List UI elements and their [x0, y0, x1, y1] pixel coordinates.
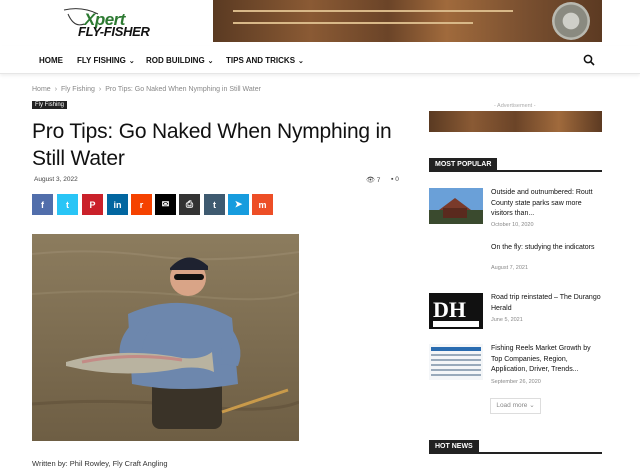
most-popular-header: MOST POPULAR	[429, 158, 602, 172]
most-popular-label: MOST POPULAR	[429, 158, 498, 172]
popular-item[interactable]: On the fly: studying the indicators Augu…	[429, 243, 604, 277]
eye-icon: 👁	[366, 177, 375, 184]
popular-title[interactable]: Fishing Reels Market Growth by Top Compa…	[491, 344, 603, 376]
category-tag[interactable]: Fly Fishing	[32, 101, 68, 109]
breadcrumb: Home › Fly Fishing › Pro Tips: Go Naked When…	[32, 86, 261, 93]
chevron-down-icon: ⌄	[128, 58, 135, 65]
share-telegram-button[interactable]: ➤	[228, 194, 249, 215]
pinterest-icon: P	[89, 199, 96, 210]
print-icon: ⎙	[185, 199, 194, 209]
logo-text-secondary: FLY-FISHER	[78, 24, 150, 39]
popular-title[interactable]: On the fly: studying the indicators	[491, 243, 603, 254]
breadcrumb-current: Pro Tips: Go Naked When Nymphing in Stil…	[105, 86, 261, 93]
comment-count-value: 0	[395, 176, 399, 183]
comment-count[interactable]: ▪ 0	[391, 176, 399, 183]
share-tumblr-button[interactable]: t	[204, 194, 225, 215]
breadcrumb-separator-icon: ›	[54, 86, 58, 93]
comment-icon: ▪	[391, 176, 394, 183]
nav-item-fly-fishing[interactable]: FLY FISHING ⌄	[77, 56, 135, 65]
popular-date: September 26, 2020	[491, 379, 541, 385]
advertisement-label: - Advertisement -	[494, 103, 536, 109]
popular-item[interactable]: Fishing Reels Market Growth by Top Compa…	[429, 344, 604, 390]
load-more-button[interactable]: Load more ⌄	[490, 398, 541, 414]
article-date: August 3, 2022	[34, 176, 78, 183]
share-pinterest-button[interactable]: P	[82, 194, 103, 215]
angler-with-trout-illustration	[32, 234, 299, 441]
popular-title[interactable]: Road trip reinstated – The Durango Heral…	[491, 293, 603, 314]
twitter-icon: t	[66, 199, 69, 210]
telegram-icon: ➤	[234, 199, 243, 209]
chevron-down-icon: ⌄	[298, 58, 304, 65]
load-more-label: Load more	[496, 402, 528, 409]
mix-icon: m	[258, 199, 267, 210]
share-mix-button[interactable]: m	[252, 194, 273, 215]
share-facebook-button[interactable]: f	[32, 194, 53, 215]
tumblr-icon: t	[213, 199, 216, 210]
view-count-value: 7	[376, 177, 381, 184]
nav-item-label: ROD BUILDING	[146, 56, 205, 65]
hot-news-label: HOT NEWS	[429, 440, 479, 454]
breadcrumb-category[interactable]: Fly Fishing	[61, 86, 95, 93]
site-logo[interactable]: Xpert FLY-FISHER	[62, 6, 162, 44]
article-title: Pro Tips: Go Naked When Nymphing in Stil…	[32, 120, 392, 170]
nav-item-label: TIPS AND TRICKS	[226, 56, 296, 65]
facebook-icon: f	[41, 199, 44, 210]
nav-item-tips-and-tricks[interactable]: TIPS AND TRICKS ⌄	[226, 56, 304, 65]
popular-date: August 7, 2021	[491, 265, 529, 271]
popular-title[interactable]: Outside and outnumbered: Routt County st…	[491, 188, 603, 220]
email-icon: ✉	[161, 199, 170, 209]
share-reddit-button[interactable]: r	[131, 194, 152, 215]
svg-text:DH: DH	[433, 297, 466, 322]
popular-date: June 5, 2021	[491, 317, 523, 323]
popular-item[interactable]: DH Road trip reinstated – The Durango He…	[429, 293, 604, 333]
chevron-down-icon: ⌄	[207, 58, 214, 65]
nav-item-rod-building[interactable]: ROD BUILDING ⌄	[146, 56, 214, 65]
popular-thumbnail: DH	[429, 293, 483, 329]
article-byline: Written by: Phil Rowley, Fly Craft Angli…	[32, 459, 168, 468]
header-ad-banner[interactable]	[213, 0, 602, 42]
breadcrumb-home[interactable]: Home	[32, 86, 51, 93]
hot-news-header: HOT NEWS	[429, 440, 602, 454]
nav-item-label: HOME	[39, 56, 63, 65]
popular-item[interactable]: Outside and outnumbered: Routt County st…	[429, 188, 604, 232]
chevron-down-icon: ⌄	[529, 402, 535, 409]
share-linkedin-button[interactable]: in	[107, 194, 128, 215]
article-featured-image	[32, 234, 299, 441]
banner-rod-decoration	[233, 10, 513, 12]
banner-rod-decoration	[233, 22, 473, 24]
share-twitter-button[interactable]: t	[57, 194, 78, 215]
popular-thumbnail	[429, 188, 483, 224]
nav-item-label: FLY FISHING	[77, 56, 126, 65]
popular-date: October 10, 2020	[491, 222, 534, 228]
breadcrumb-separator-icon: ›	[98, 86, 102, 93]
linkedin-icon: in	[113, 199, 122, 210]
sidebar-ad-banner[interactable]	[429, 111, 602, 132]
view-count: 👁 7	[366, 176, 380, 184]
reddit-icon: r	[139, 199, 144, 210]
fishing-reel-image	[552, 2, 590, 40]
popular-thumbnail	[429, 344, 483, 380]
nav-item-home[interactable]: HOME	[39, 56, 63, 65]
share-email-button[interactable]: ✉	[155, 194, 176, 215]
share-print-button[interactable]: ⎙	[179, 194, 200, 215]
search-icon[interactable]	[583, 54, 595, 66]
